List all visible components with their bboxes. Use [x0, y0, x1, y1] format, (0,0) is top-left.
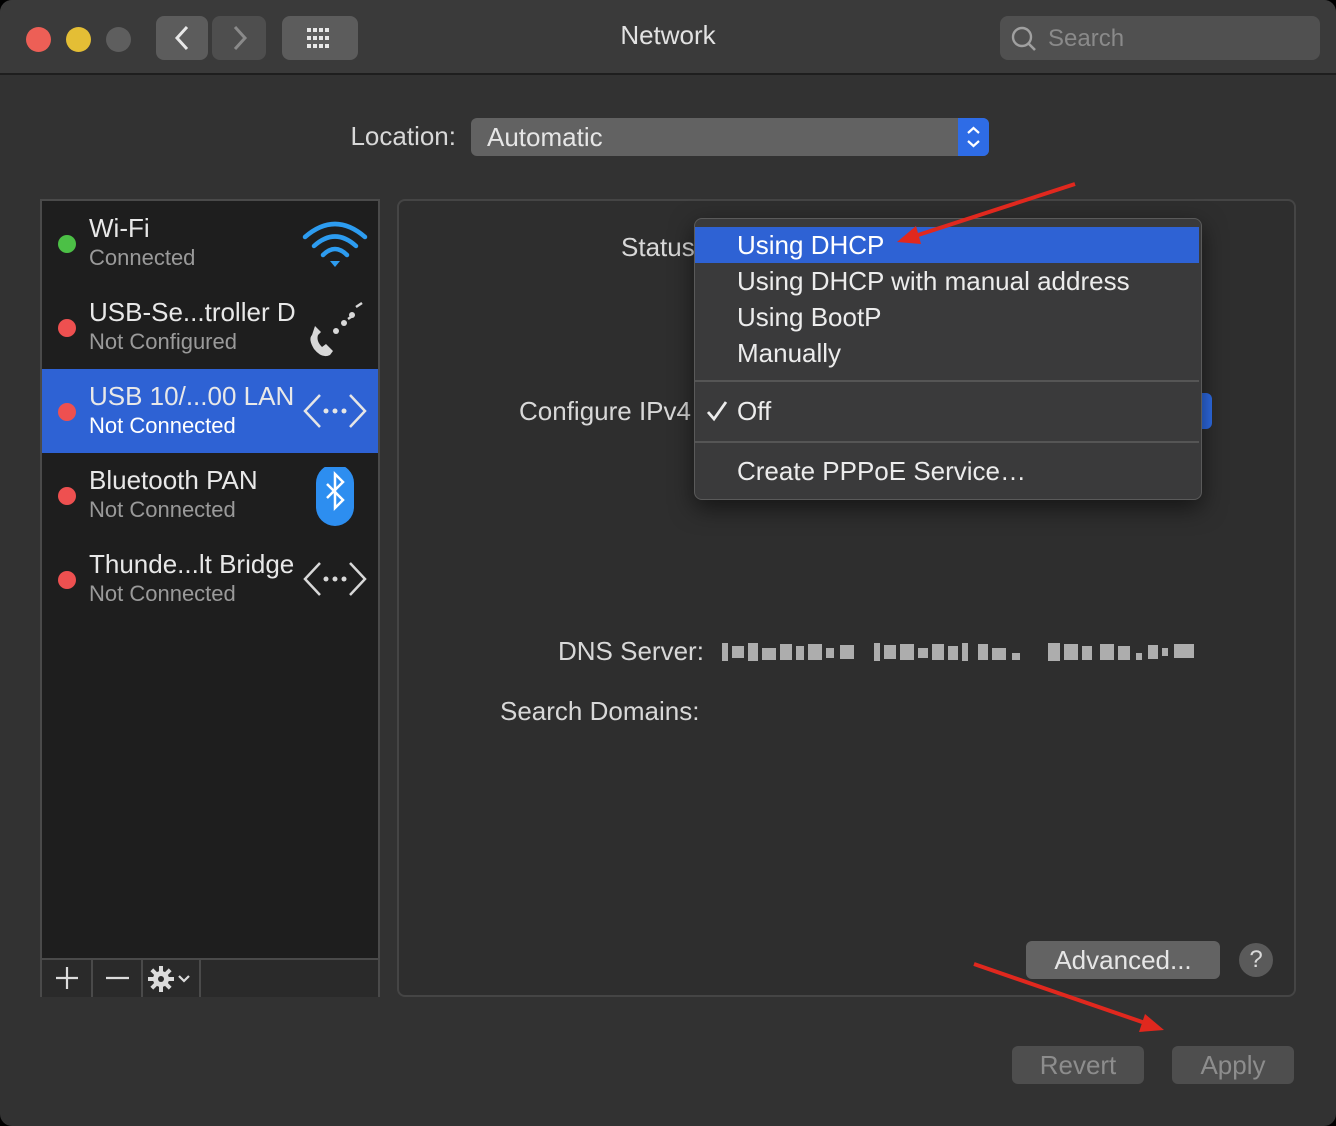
- menu-item-off[interactable]: Off: [695, 393, 1199, 429]
- search-input[interactable]: [1046, 22, 1310, 56]
- ethernet-icon: [303, 394, 367, 428]
- configure-ipv4-menu: Using DHCP Using DHCP with manual addres…: [694, 218, 1202, 500]
- location-value: Automatic: [487, 122, 603, 152]
- service-status: Not Connected: [89, 497, 236, 522]
- service-name: Thunde...lt Bridge: [89, 549, 295, 579]
- service-name: Bluetooth PAN: [89, 465, 258, 495]
- menu-item-using-bootp[interactable]: Using BootP: [695, 299, 1199, 335]
- action-menu-button[interactable]: [143, 960, 201, 997]
- dns-server-label: DNS Server:: [558, 636, 704, 666]
- service-status: Not Connected: [89, 581, 236, 606]
- service-item-thunderbolt-bridge[interactable]: Thunde...lt Bridge Not Connected: [42, 537, 378, 621]
- location-popup[interactable]: Automatic: [471, 118, 989, 156]
- wifi-icon: [302, 221, 368, 267]
- dns-server-value-redacted: [722, 643, 1194, 661]
- status-dot: [58, 571, 76, 589]
- search-domains-label: Search Domains:: [500, 696, 700, 726]
- service-item-usb-lan[interactable]: USB 10/...00 LAN Not Connected: [42, 369, 378, 453]
- menu-item-using-dhcp-manual[interactable]: Using DHCP with manual address: [695, 263, 1199, 299]
- gear-icon: [148, 966, 190, 992]
- menu-item-create-pppoe[interactable]: Create PPPoE Service…: [695, 453, 1199, 489]
- service-name: USB 10/...00 LAN: [89, 381, 295, 411]
- network-preferences-window: Network Location: Automatic Wi-Fi Connec…: [0, 0, 1336, 1126]
- status-dot: [58, 403, 76, 421]
- search-icon: [1011, 26, 1036, 51]
- updown-arrows-icon: [958, 118, 989, 156]
- ethernet-icon: [303, 562, 367, 596]
- search-field[interactable]: [1000, 16, 1320, 60]
- service-status: Not Connected: [89, 413, 236, 438]
- menu-item-manually[interactable]: Manually: [695, 335, 1199, 371]
- advanced-button[interactable]: Advanced...: [1026, 941, 1220, 979]
- revert-button[interactable]: Revert: [1012, 1046, 1144, 1084]
- bluetooth-icon: [316, 467, 354, 526]
- add-service-button[interactable]: [42, 960, 93, 997]
- status-label: Status: [621, 232, 695, 262]
- service-item-usb-serial[interactable]: USB-Se...troller D Not Configured: [42, 285, 378, 369]
- service-name: Wi-Fi: [89, 213, 150, 243]
- configure-ipv4-label: Configure IPv4: [519, 396, 691, 426]
- service-status: Connected: [89, 245, 196, 270]
- modem-phone-icon: [310, 301, 363, 357]
- service-list: Wi-Fi Connected USB-Se...troller D Not C…: [40, 199, 380, 997]
- minus-icon: [106, 976, 129, 980]
- service-item-wifi[interactable]: Wi-Fi Connected: [42, 201, 378, 285]
- remove-service-button[interactable]: [93, 960, 143, 997]
- plus-icon: [56, 967, 78, 989]
- service-status: Not Configured: [89, 329, 237, 354]
- menu-separator: [695, 380, 1199, 382]
- service-name: USB-Se...troller D: [89, 297, 296, 327]
- checkmark-icon: [706, 401, 728, 422]
- menu-separator: [695, 441, 1199, 443]
- menu-item-using-dhcp[interactable]: Using DHCP: [695, 227, 1199, 263]
- status-dot: [58, 235, 76, 253]
- title-bar: Network: [0, 0, 1336, 75]
- location-label: Location:: [350, 121, 456, 151]
- service-item-bluetooth-pan[interactable]: Bluetooth PAN Not Connected: [42, 453, 378, 537]
- status-dot: [58, 487, 76, 505]
- status-dot: [58, 319, 76, 337]
- help-button[interactable]: ?: [1239, 943, 1273, 977]
- service-list-toolbar: [42, 958, 378, 997]
- apply-button[interactable]: Apply: [1172, 1046, 1294, 1084]
